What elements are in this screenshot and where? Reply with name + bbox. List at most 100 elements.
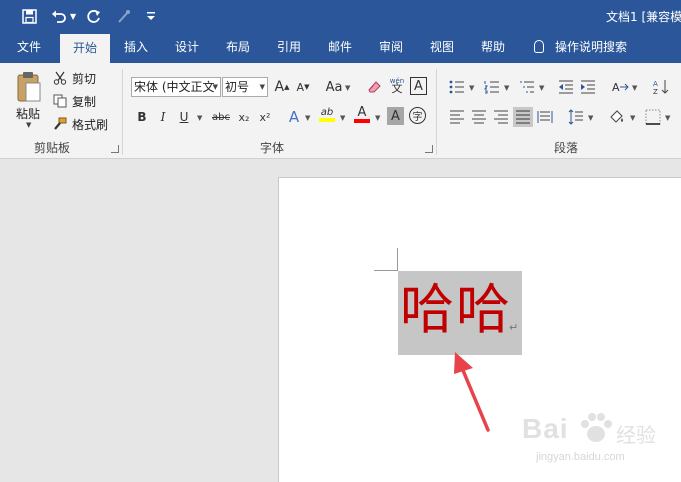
numbering-button[interactable] <box>482 77 502 97</box>
format-painter-button[interactable]: 格式刷 <box>52 114 108 134</box>
font-color-button[interactable]: A <box>352 105 372 125</box>
tab-help[interactable]: 帮助 <box>469 32 517 63</box>
multilevel-list-button[interactable] <box>517 77 537 97</box>
tab-insert[interactable]: 插入 <box>112 32 160 63</box>
underline-button[interactable]: U <box>174 107 194 127</box>
format-painter-label: 格式刷 <box>72 117 109 132</box>
customize-toolbar-icon[interactable] <box>140 6 162 26</box>
font-color-dropdown-icon[interactable]: ▼ <box>375 114 380 122</box>
change-case-button[interactable]: Aa <box>322 77 346 97</box>
format-painter-icon[interactable] <box>112 6 134 26</box>
shading-dropdown-icon[interactable]: ▼ <box>630 114 635 122</box>
align-right-button[interactable] <box>491 107 511 127</box>
copy-button[interactable]: 复制 <box>52 91 96 111</box>
phonetic-guide-button[interactable]: wén 文 <box>387 75 407 95</box>
tab-layout[interactable]: 布局 <box>214 32 262 63</box>
character-border-button[interactable]: A <box>410 77 427 95</box>
cut-button[interactable]: 剪切 <box>52 68 96 88</box>
tab-references[interactable]: 引用 <box>265 32 313 63</box>
watermark-cn: 经验 <box>616 423 656 447</box>
character-border-icon: A <box>414 78 423 94</box>
increase-indent-button[interactable] <box>578 77 598 97</box>
character-shading-button[interactable]: A <box>387 107 404 125</box>
line-spacing-dropdown-icon[interactable]: ▼ <box>588 114 593 122</box>
align-left-button[interactable] <box>447 107 467 127</box>
align-right-icon <box>494 110 508 124</box>
enclose-characters-icon: 字 <box>412 112 423 123</box>
decrease-indent-button[interactable] <box>556 77 576 97</box>
shrink-font-icon: A <box>296 80 305 94</box>
line-spacing-icon <box>568 109 583 125</box>
line-spacing-button[interactable] <box>566 107 586 127</box>
lightbulb-icon[interactable] <box>534 40 544 53</box>
tell-me-search[interactable]: 操作说明搜索 <box>555 32 639 63</box>
annotation-arrow <box>454 352 490 432</box>
undo-dropdown-icon[interactable]: ▼ <box>70 12 76 21</box>
font-name-select[interactable]: 宋体 (中文正文 ▼ <box>131 77 221 97</box>
clipboard-launcher-icon[interactable] <box>111 145 119 153</box>
redo-icon[interactable] <box>82 6 104 26</box>
sort-button[interactable]: AZ <box>651 77 671 97</box>
chinese-layout-dropdown-icon[interactable]: ▼ <box>632 84 637 92</box>
underline-dropdown-icon[interactable]: ▼ <box>197 114 202 122</box>
italic-button[interactable]: I <box>153 107 173 127</box>
clear-formatting-button[interactable] <box>364 77 384 97</box>
pinyin-char: 文 <box>391 82 403 95</box>
save-icon[interactable] <box>18 6 40 26</box>
superscript-button[interactable]: x² <box>255 107 275 127</box>
multilevel-dropdown-icon[interactable]: ▼ <box>539 84 544 92</box>
highlight-color-bar <box>319 118 335 122</box>
watermark-brand: Bai <box>522 413 569 444</box>
paste-dropdown-icon[interactable]: ▼ <box>26 121 31 129</box>
change-case-icon: Aa <box>325 79 343 95</box>
watermark-url: jingyan.baidu.com <box>536 451 625 463</box>
align-left-icon <box>450 110 464 124</box>
document-title: 文档1 [兼容模 <box>606 10 681 24</box>
font-color-bar <box>354 119 370 123</box>
grow-font-button[interactable]: A ▲ <box>272 77 292 97</box>
enclose-characters-button[interactable]: 字 <box>409 107 426 124</box>
group-divider <box>122 69 123 155</box>
justify-button[interactable] <box>513 107 533 127</box>
multilevel-list-icon <box>520 81 534 93</box>
font-name-value: 宋体 (中文正文 <box>134 80 215 94</box>
change-case-dropdown-icon[interactable]: ▼ <box>345 84 350 92</box>
highlight-button[interactable]: ab <box>317 105 337 125</box>
text-effects-button[interactable]: A <box>284 107 304 127</box>
subscript-button[interactable]: x₂ <box>234 107 254 127</box>
borders-button[interactable] <box>643 107 663 127</box>
strikethrough-button[interactable]: abc <box>208 107 234 127</box>
clipboard-group-label: 剪贴板 <box>34 141 71 155</box>
ribbon-tabs: 文件 开始 插入 设计 布局 引用 邮件 审阅 视图 帮助 操作说明搜索 <box>0 32 681 63</box>
align-center-button[interactable] <box>469 107 489 127</box>
undo-icon[interactable] <box>48 6 70 26</box>
shading-button[interactable] <box>607 107 627 127</box>
distributed-button[interactable] <box>535 107 555 127</box>
tab-review[interactable]: 审阅 <box>367 32 415 63</box>
group-divider <box>436 69 437 155</box>
shrink-font-button[interactable]: A ▼ <box>293 77 313 97</box>
ribbon: 粘贴 ▼ 剪切 复制 格式刷 剪贴板 宋体 (中文正文 ▼ 初号 ▼ A ▲ A ▼… <box>0 63 681 159</box>
tab-mailings[interactable]: 邮件 <box>316 32 364 63</box>
paste-icon[interactable] <box>16 71 42 103</box>
paste-button[interactable]: 粘贴 <box>16 105 40 122</box>
bullet-list-icon <box>449 80 464 94</box>
font-size-select[interactable]: 初号 ▼ <box>222 77 268 97</box>
tab-design[interactable]: 设计 <box>163 32 211 63</box>
bullets-button[interactable] <box>447 77 467 97</box>
font-group-label: 字体 <box>260 141 285 155</box>
bullets-dropdown-icon[interactable]: ▼ <box>469 84 474 92</box>
numbering-dropdown-icon[interactable]: ▼ <box>504 84 509 92</box>
tab-file[interactable]: 文件 <box>5 32 53 63</box>
bold-button[interactable]: B <box>132 107 152 127</box>
borders-dropdown-icon[interactable]: ▼ <box>665 114 670 122</box>
chinese-layout-icon: A <box>612 81 629 94</box>
chinese-layout-button[interactable]: A <box>610 77 630 97</box>
text-effects-dropdown-icon[interactable]: ▼ <box>305 114 310 122</box>
tab-home[interactable]: 开始 <box>60 34 110 63</box>
font-launcher-icon[interactable] <box>425 145 433 153</box>
document-text[interactable]: 哈哈 <box>400 278 512 342</box>
tab-view[interactable]: 视图 <box>418 32 466 63</box>
title-bar: ▼ 文档1 [兼容模 <box>0 0 681 32</box>
highlight-dropdown-icon[interactable]: ▼ <box>340 114 345 122</box>
